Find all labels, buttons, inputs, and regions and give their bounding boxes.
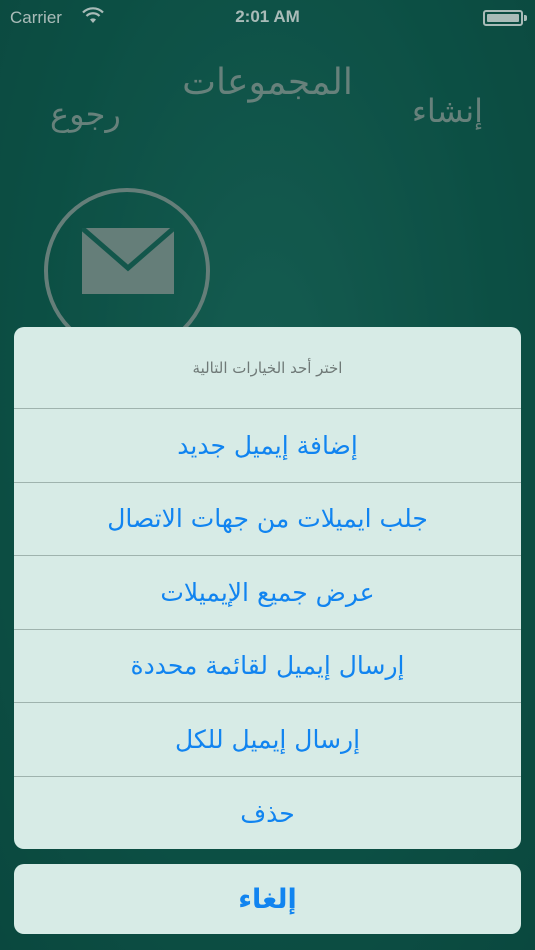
action-sheet: اختر أحد الخيارات التالية إضافة إيميل جد… (14, 327, 521, 849)
cancel-button[interactable]: إلغاء (14, 864, 521, 934)
action-sheet-title: اختر أحد الخيارات التالية (14, 327, 521, 409)
send-to-list-option[interactable]: إرسال إيميل لقائمة محددة (14, 630, 521, 703)
add-email-option[interactable]: إضافة إيميل جديد (14, 409, 521, 483)
show-all-emails-option[interactable]: عرض جميع الإيميلات (14, 556, 521, 630)
delete-option[interactable]: حذف (14, 777, 521, 850)
send-to-all-option[interactable]: إرسال إيميل للكل (14, 703, 521, 777)
import-contacts-option[interactable]: جلب ايميلات من جهات الاتصال (14, 483, 521, 556)
